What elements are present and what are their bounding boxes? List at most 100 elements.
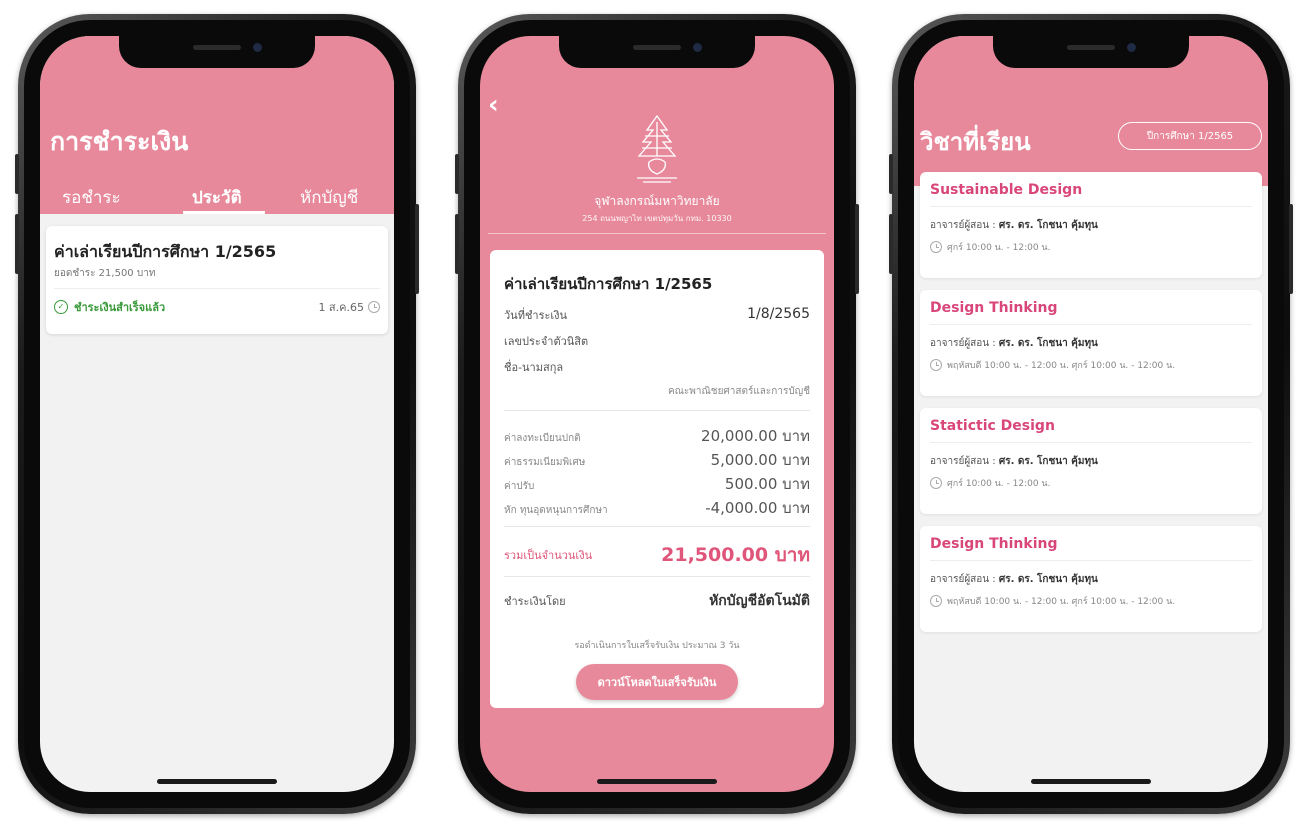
divider — [504, 410, 810, 411]
course-teacher: อาจารย์ผู้สอน : ศร. ดร. โกชนา คุ้มทุน — [930, 220, 1098, 231]
tab-history[interactable]: ประวัติ — [192, 184, 242, 211]
payment-method-row: ชำระเงินโดย หักบัญชีอัตโนมัติ — [504, 590, 810, 612]
fee-label: ค่าธรรมเนียมพิเศษ — [504, 457, 586, 468]
fee-label: ค่าลงทะเบียนปกติ — [504, 433, 581, 444]
payment-method-value: หักบัญชีอัตโนมัติ — [709, 593, 810, 609]
total-label: รวมเป็นจำนวนเงิน — [504, 549, 593, 562]
tab-pending[interactable]: รอชำระ — [62, 184, 121, 211]
phone-receipt: ‹ จุฬาลงกรณ์มหาวิทยาลัย 254 ถนนพญาไท เขต… — [455, 14, 859, 814]
payment-method-label: ชำระเงินโดย — [504, 595, 566, 608]
fee-row: ค่าลงทะเบียนปกติ 20,000.00 บาท — [504, 424, 810, 448]
home-indicator — [597, 779, 717, 784]
phone-courses: วิชาที่เรียน ปีการศึกษา 1/2565 Sustainab… — [889, 14, 1293, 814]
side-button — [455, 154, 459, 194]
screen: การชำระเงิน รอชำระ ประวัติ หักบัญชี ค่าเ… — [40, 36, 394, 792]
date-text: 1 ส.ค.65 — [318, 301, 364, 314]
university-address: 254 ถนนพญาไท เขตปทุมวัน กทม. 10330 — [582, 214, 732, 223]
page-title: วิชาที่เรียน — [920, 128, 1031, 156]
side-button — [855, 204, 859, 294]
university-emblem-icon — [637, 114, 677, 183]
course-name: Design Thinking — [930, 536, 1058, 552]
divider — [54, 288, 380, 289]
notch — [119, 36, 315, 68]
course-name: Design Thinking — [930, 300, 1058, 316]
name-row: ชื่อ-นามสกุล — [504, 358, 810, 376]
pay-date-value: 1/8/2565 — [747, 306, 810, 322]
course-teacher: อาจารย์ผู้สอน : ศร. ดร. โกชนา คุ้มทุน — [930, 574, 1098, 585]
fee-row: ค่าธรรมเนียมพิเศษ 5,000.00 บาท — [504, 448, 810, 472]
download-receipt-button[interactable]: ดาวน์โหลดใบเสร็จรับเงิน — [576, 664, 738, 700]
course-teacher: อาจารย์ผู้สอน : ศร. ดร. โกชนา คุ้มทุน — [930, 456, 1098, 467]
card-title: ค่าเล่าเรียนปีการศึกษา 1/2565 — [54, 242, 277, 261]
back-button[interactable]: ‹ — [488, 90, 499, 120]
divider — [930, 324, 1252, 325]
payment-history-card[interactable]: ค่าเล่าเรียนปีการศึกษา 1/2565 ยอดชำระ 21… — [46, 226, 388, 334]
side-button — [889, 154, 893, 194]
fee-label: ค่าปรับ — [504, 481, 535, 492]
divider — [504, 526, 810, 527]
course-time: พฤหัสบดี 10:00 น. - 12:00 น. ศุกร์ 10:00… — [930, 594, 1175, 608]
phone-payment-history: การชำระเงิน รอชำระ ประวัติ หักบัญชี ค่าเ… — [15, 14, 419, 814]
course-card[interactable]: Design Thinking อาจารย์ผู้สอน : ศร. ดร. … — [920, 526, 1262, 632]
course-name: Statictic Design — [930, 418, 1055, 434]
fee-value: 500.00 บาท — [724, 475, 810, 493]
notch — [993, 36, 1189, 68]
card-amount: ยอดชำระ 21,500 บาท — [54, 268, 156, 279]
course-card[interactable]: Design Thinking อาจารย์ผู้สอน : ศร. ดร. … — [920, 290, 1262, 396]
notch — [559, 36, 755, 68]
pay-date-label: วันที่ชำระเงิน — [504, 309, 568, 322]
receipt-title: ค่าเล่าเรียนปีการศึกษา 1/2565 — [504, 275, 713, 293]
student-id-row: เลขประจำตัวนิสิต — [504, 332, 810, 350]
screen: วิชาที่เรียน ปีการศึกษา 1/2565 Sustainab… — [914, 36, 1268, 792]
fee-value: 20,000.00 บาท — [701, 427, 810, 445]
screen: ‹ จุฬาลงกรณ์มหาวิทยาลัย 254 ถนนพญาไท เขต… — [480, 36, 834, 792]
course-time: พฤหัสบดี 10:00 น. - 12:00 น. ศุกร์ 10:00… — [930, 358, 1175, 372]
clock-icon — [930, 477, 942, 489]
student-id-label: เลขประจำตัวนิสิต — [504, 335, 589, 348]
course-name: Sustainable Design — [930, 182, 1083, 198]
divider — [504, 576, 810, 577]
side-button — [15, 214, 19, 274]
university-name: จุฬาลงกรณ์มหาวิทยาลัย — [594, 194, 720, 208]
course-card[interactable]: Statictic Design อาจารย์ผู้สอน : ศร. ดร.… — [920, 408, 1262, 514]
course-card[interactable]: Sustainable Design อาจารย์ผู้สอน : ศร. ด… — [920, 172, 1262, 278]
home-indicator — [1031, 779, 1151, 784]
fee-row: ค่าปรับ 500.00 บาท — [504, 472, 810, 496]
payment-date: 1 ส.ค.65 — [318, 298, 380, 316]
pay-date-row: วันที่ชำระเงิน 1/8/2565 — [504, 306, 810, 324]
faculty-name: คณะพาณิชยศาสตร์และการบัญชี — [667, 386, 810, 397]
clock-icon — [930, 359, 942, 371]
home-indicator — [157, 779, 277, 784]
course-time: ศุกร์ 10:00 น. - 12:00 น. — [930, 476, 1050, 490]
fee-row: หัก ทุนอุดหนุนการศึกษา -4,000.00 บาท — [504, 496, 810, 520]
side-button — [455, 214, 459, 274]
active-tab-indicator — [183, 211, 265, 214]
divider — [930, 206, 1252, 207]
course-teacher: อาจารย์ผู้สอน : ศร. ดร. โกชนา คุ้มทุน — [930, 338, 1098, 349]
name-label: ชื่อ-นามสกุล — [504, 361, 564, 374]
term-selector-button[interactable]: ปีการศึกษา 1/2565 — [1118, 122, 1262, 150]
side-button — [415, 204, 419, 294]
divider — [930, 560, 1252, 561]
page-title: การชำระเงิน — [50, 127, 189, 156]
status-text: ชำระเงินสำเร็จแล้ว — [74, 301, 166, 314]
total-row: รวมเป็นจำนวนเงิน 21,500.00 บาท — [504, 540, 810, 570]
side-button — [889, 214, 893, 274]
check-circle-icon: ✓ — [54, 300, 68, 314]
side-button — [15, 154, 19, 194]
receipt-note: รอดำเนินการใบเสร็จรับเงิน ประมาณ 3 วัน — [574, 641, 740, 651]
divider — [930, 442, 1252, 443]
tab-bar: รอชำระ ประวัติ หักบัญชี — [40, 176, 394, 214]
status-badge: ✓ ชำระเงินสำเร็จแล้ว — [54, 298, 165, 316]
side-button — [1289, 204, 1293, 294]
clock-icon — [930, 595, 942, 607]
fee-label: หัก ทุนอุดหนุนการศึกษา — [504, 505, 608, 516]
total-value: 21,500.00 บาท — [661, 544, 810, 566]
divider — [488, 233, 826, 234]
clock-icon — [930, 241, 942, 253]
fee-value: 5,000.00 บาท — [710, 451, 810, 469]
tab-auto-debit[interactable]: หักบัญชี — [300, 184, 358, 211]
clock-icon — [368, 301, 380, 313]
course-time: ศุกร์ 10:00 น. - 12:00 น. — [930, 240, 1050, 254]
fee-value: -4,000.00 บาท — [705, 499, 810, 517]
